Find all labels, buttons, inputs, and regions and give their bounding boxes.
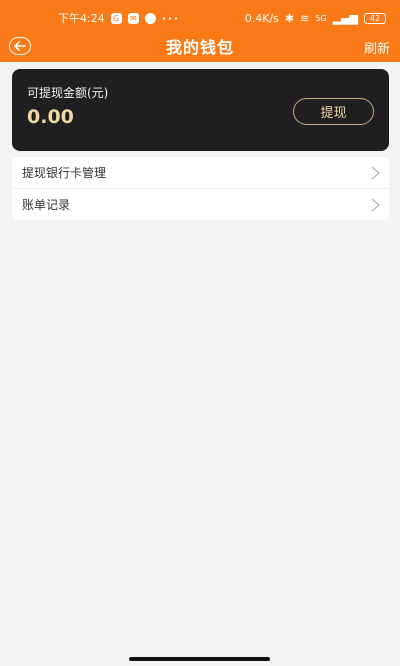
chevron-right-icon	[371, 198, 380, 212]
withdrawable-amount-value: 0.00	[27, 106, 74, 128]
menu-item-label: 提现银行卡管理	[22, 166, 107, 180]
withdraw-button[interactable]: 提现	[293, 98, 374, 125]
page-title: 我的钱包	[165, 38, 234, 57]
bluetooth-icon: ✱	[284, 11, 295, 25]
menu-item-label: 账单记录	[22, 197, 71, 212]
nav-bar: 我的钱包 刷新	[0, 30, 400, 62]
mail-notification-icon: ✉	[127, 12, 139, 24]
signal-label: 5G	[315, 13, 327, 23]
wallet-balance-card: 可提现金额(元) 0.00 提现	[12, 69, 389, 151]
network-speed: 0.4K/s	[244, 11, 279, 25]
status-time: 下午4:24	[58, 12, 105, 25]
chevron-right-icon	[371, 166, 380, 180]
status-right: 0.4K/s ✱ ≋ 5G ▂▄▆ 42	[245, 12, 386, 25]
wallet-menu: 提现银行卡管理 账单记录	[12, 157, 389, 220]
menu-item-bill-records[interactable]: 账单记录	[12, 188, 389, 219]
battery-icon: 42	[364, 12, 386, 24]
back-button[interactable]	[9, 37, 31, 55]
message-notification-icon	[144, 12, 156, 24]
wifi-icon: ≋	[300, 11, 310, 25]
status-left: 下午4:24 G ✉ ···	[58, 10, 180, 26]
withdrawable-amount-label: 可提现金额(元)	[27, 86, 109, 100]
signal-icon: ▂▄▆	[332, 11, 358, 25]
app-notification-icon: G	[110, 12, 122, 24]
menu-item-bank-card-management[interactable]: 提现银行卡管理	[12, 157, 389, 188]
refresh-button[interactable]: 刷新	[364, 38, 390, 57]
home-indicator[interactable]	[129, 657, 270, 661]
more-notifications-icon: ···	[161, 11, 181, 25]
arrow-left-icon	[14, 41, 26, 51]
